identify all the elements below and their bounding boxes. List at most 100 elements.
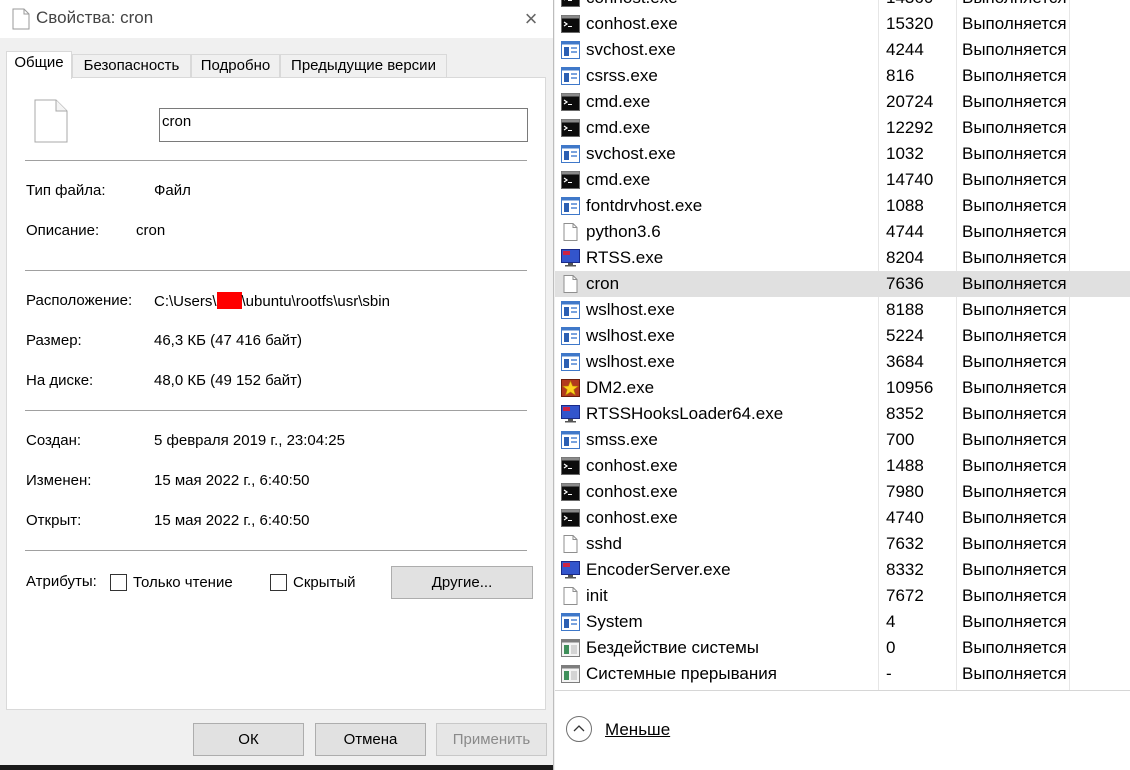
process-name: RTSS.exe <box>586 248 664 267</box>
process-row[interactable]: System 4 Выполняется <box>555 609 1130 635</box>
process-name: Системные прерывания <box>586 664 777 683</box>
console-icon <box>561 119 580 137</box>
tab-security[interactable]: Безопасность <box>72 54 191 78</box>
process-list: conhost.exe 14360 Выполняется conhost.ex… <box>555 0 1130 690</box>
process-row[interactable]: svchost.exe 1032 Выполняется <box>555 141 1130 167</box>
tab-previous-versions[interactable]: Предыдущие версии <box>280 54 447 78</box>
general-tab-panel: Тип файла: Файл Описание: cron Расположе… <box>6 77 546 710</box>
process-status: Выполняется <box>962 92 1067 111</box>
process-row[interactable]: Системные прерывания - Выполняется <box>555 661 1130 687</box>
tab-general[interactable]: Общие <box>6 51 72 79</box>
close-button[interactable]: × <box>516 4 546 34</box>
process-row[interactable]: wslhost.exe 3684 Выполняется <box>555 349 1130 375</box>
process-status: Выполняется <box>962 664 1067 683</box>
cancel-button[interactable]: Отмена <box>315 723 426 756</box>
process-row[interactable]: cmd.exe 12292 Выполняется <box>555 115 1130 141</box>
process-status: Выполняется <box>962 404 1067 423</box>
process-row[interactable]: cmd.exe 20724 Выполняется <box>555 89 1130 115</box>
created-value: 5 февраля 2019 г., 23:04:25 <box>154 432 345 449</box>
tab-details[interactable]: Подробно <box>191 54 280 78</box>
title-bar[interactable]: Свойства: cron × <box>0 0 553 38</box>
process-row[interactable]: cmd.exe 14740 Выполняется <box>555 167 1130 193</box>
hidden-label[interactable]: Скрытый <box>293 574 356 591</box>
process-row[interactable]: wslhost.exe 8188 Выполняется <box>555 297 1130 323</box>
process-status: Выполняется <box>962 66 1067 85</box>
process-row[interactable]: EncoderServer.exe 8332 Выполняется <box>555 557 1130 583</box>
process-name: System <box>586 612 643 631</box>
process-pid: 4740 <box>886 508 924 527</box>
apply-button[interactable]: Применить <box>436 723 547 756</box>
process-status: Выполняется <box>962 144 1067 163</box>
collapse-chevron-icon[interactable] <box>566 716 592 742</box>
process-status: Выполняется <box>962 326 1067 345</box>
process-row[interactable]: RTSSHooksLoader64.exe 8352 Выполняется <box>555 401 1130 427</box>
process-status: Выполняется <box>962 14 1067 33</box>
process-name: wslhost.exe <box>586 352 675 371</box>
process-name: init <box>586 586 608 605</box>
process-row[interactable]: python3.6 4744 Выполняется <box>555 219 1130 245</box>
process-row[interactable]: RTSS.exe 8204 Выполняется <box>555 245 1130 271</box>
process-pid: 8188 <box>886 300 924 319</box>
process-name: DM2.exe <box>586 378 655 397</box>
process-status: Выполняется <box>962 40 1067 59</box>
window-icon <box>561 41 580 59</box>
process-status: Выполняется <box>962 352 1067 371</box>
process-name: smss.exe <box>586 430 658 449</box>
process-status: Выполняется <box>962 196 1067 215</box>
process-pid: 5224 <box>886 326 924 345</box>
file-name-input[interactable] <box>159 108 528 142</box>
fewer-details-link[interactable]: Меньше <box>605 720 670 740</box>
task-manager-footer: Меньше <box>555 690 1130 770</box>
process-row[interactable]: init 7672 Выполняется <box>555 583 1130 609</box>
process-pid: 8204 <box>886 248 924 267</box>
process-row[interactable]: smss.exe 700 Выполняется <box>555 427 1130 453</box>
console-icon <box>561 509 580 527</box>
console-icon <box>561 0 580 7</box>
star-icon <box>561 379 580 397</box>
process-status: Выполняется <box>962 170 1067 189</box>
process-row[interactable]: DM2.exe 10956 Выполняется <box>555 375 1130 401</box>
other-attributes-button[interactable]: Другие... <box>391 566 533 599</box>
readonly-label[interactable]: Только чтение <box>133 574 233 591</box>
process-row[interactable]: conhost.exe 14360 Выполняется <box>555 0 1130 11</box>
process-pid: 3684 <box>886 352 924 371</box>
process-status: Выполняется <box>962 274 1067 293</box>
process-row[interactable]: cron 7636 Выполняется <box>555 271 1130 297</box>
process-name: cmd.exe <box>586 118 651 137</box>
ok-button[interactable]: ОК <box>193 723 304 756</box>
process-status: Выполняется <box>962 586 1067 605</box>
console-icon <box>561 483 580 501</box>
process-row[interactable]: svchost.exe 4244 Выполняется <box>555 37 1130 63</box>
process-status: Выполняется <box>962 560 1067 579</box>
process-status: Выполняется <box>962 222 1067 241</box>
process-row[interactable]: conhost.exe 7980 Выполняется <box>555 479 1130 505</box>
process-name: svchost.exe <box>586 144 676 163</box>
process-name: cron <box>586 274 620 293</box>
window-icon <box>561 301 580 319</box>
process-status: Выполняется <box>962 508 1067 527</box>
process-status: Выполняется <box>962 456 1067 475</box>
process-row[interactable]: conhost.exe 1488 Выполняется <box>555 453 1130 479</box>
process-pid: 14360 <box>886 0 933 11</box>
process-row[interactable]: wslhost.exe 5224 Выполняется <box>555 323 1130 349</box>
blank-file-icon <box>563 223 578 241</box>
process-name: cmd.exe <box>586 92 651 111</box>
readonly-checkbox[interactable] <box>110 574 127 591</box>
hidden-checkbox[interactable] <box>270 574 287 591</box>
process-row[interactable]: Бездействие системы 0 Выполняется <box>555 635 1130 661</box>
process-row[interactable]: csrss.exe 816 Выполняется <box>555 63 1130 89</box>
process-pid: 12292 <box>886 118 934 137</box>
window-icon <box>561 327 580 345</box>
process-pid: 700 <box>886 430 915 449</box>
process-row[interactable]: sshd 7632 Выполняется <box>555 531 1130 557</box>
rtss-monitor-icon <box>561 405 580 423</box>
process-row[interactable]: fontdrvhost.exe 1088 Выполняется <box>555 193 1130 219</box>
process-pid: 1088 <box>886 196 924 215</box>
process-status: Выполняется <box>962 378 1067 397</box>
process-row[interactable]: conhost.exe 4740 Выполняется <box>555 505 1130 531</box>
process-name: wslhost.exe <box>586 326 675 345</box>
process-row[interactable]: conhost.exe 15320 Выполняется <box>555 11 1130 37</box>
process-pid: 7636 <box>886 274 924 293</box>
size-label: Размер: <box>26 332 82 349</box>
process-name: sshd <box>586 534 622 553</box>
